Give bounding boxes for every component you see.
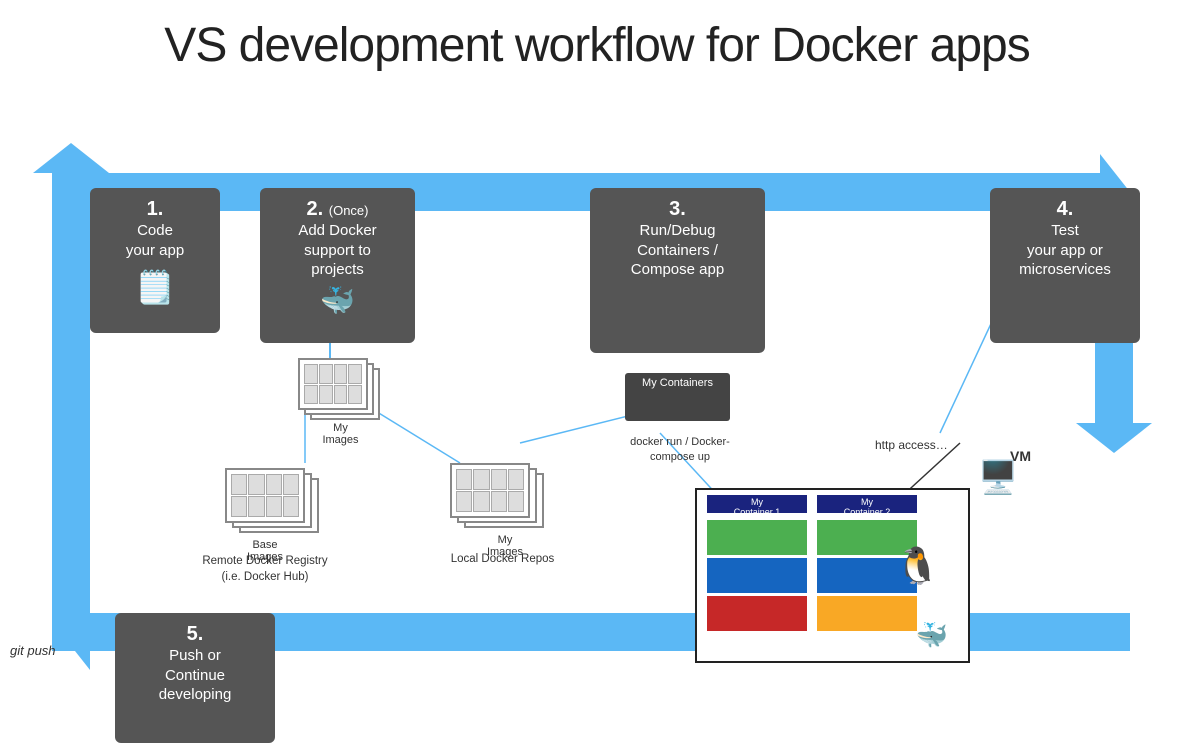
page-container: VS development workflow for Docker apps (0, 0, 1194, 673)
vm-monitor-icon: 🖥️ (978, 458, 1018, 496)
red-block (707, 596, 807, 631)
diagram-area: 1. Codeyour app 🗒️ 2. (Once) Add Dockers… (0, 83, 1194, 673)
step1-box: 1. Codeyour app 🗒️ (90, 188, 220, 333)
http-access-label: http access… (875, 438, 948, 452)
my-containers-box: My Containers (625, 373, 730, 421)
step1-number: 1. (98, 198, 212, 221)
linux-icon: 🐧 (895, 545, 940, 587)
step3-box: 3. Run/DebugContainers /Compose app (590, 188, 765, 353)
step3-label: Run/DebugContainers /Compose app (598, 221, 757, 280)
step5-number: 5. (123, 623, 267, 646)
step4-number: 4. (998, 198, 1132, 221)
green-block-1 (707, 520, 807, 555)
step2-label: Add Dockersupport toprojects (268, 221, 407, 280)
local-repos-label: Local Docker Repos (450, 551, 555, 567)
step5-box: 5. Push orContinuedeveloping (115, 613, 275, 743)
step4-box: 4. Testyour app ormicroservices (990, 188, 1140, 343)
main-title: VS development workflow for Docker apps (0, 0, 1194, 83)
step2-number: 2. (Once) (307, 198, 369, 220)
remote-registry-label: Remote Docker Registry (i.e. Docker Hub) (195, 553, 335, 585)
my-images-stack-local: MyImages (450, 463, 560, 538)
my-images-top-label: MyImages (298, 422, 383, 446)
container2-label: MyContainer 2 (817, 495, 917, 513)
git-push-label: git push (10, 643, 56, 658)
step2-box: 2. (Once) Add Dockersupport toprojects 🐳 (260, 188, 415, 343)
vm-box: MyContainer 1 MyContainer 2 🐧 🐳 (695, 488, 970, 663)
my-images-stack-top: MyImages (298, 358, 383, 428)
step3-number: 3. (598, 198, 757, 221)
blue-block-1 (707, 558, 807, 593)
base-images-stack: BaseImages (225, 468, 345, 543)
yellow-block (817, 596, 917, 631)
step5-label: Push orContinuedeveloping (123, 646, 267, 705)
docker-whale-icon: 🐳 (916, 620, 948, 651)
step1-label: Codeyour app (98, 221, 212, 260)
doc-icon: 🗒️ (98, 268, 212, 306)
docker-run-label: docker run / Docker-compose up (615, 435, 745, 466)
my-containers-label: My Containers (642, 377, 713, 389)
container1-label: MyContainer 1 (707, 495, 807, 513)
docker-icon: 🐳 (268, 284, 407, 317)
connector-svg (0, 83, 1194, 673)
step4-label: Testyour app ormicroservices (998, 221, 1132, 280)
step2-once: (Once) (329, 203, 369, 218)
